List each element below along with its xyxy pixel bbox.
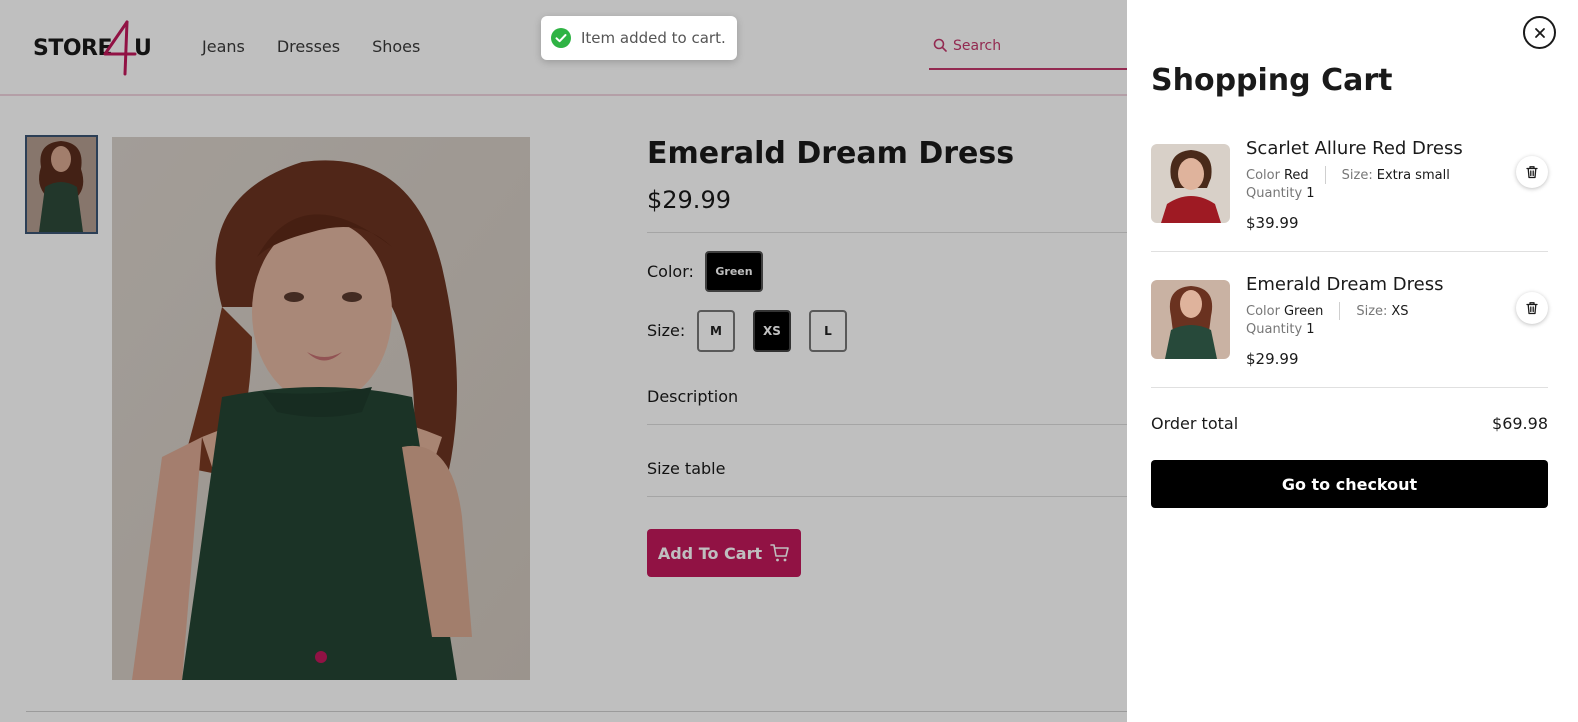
divider bbox=[1151, 251, 1548, 252]
check-circle-icon bbox=[551, 28, 571, 48]
quantity-label: Quantity bbox=[1246, 186, 1303, 201]
quantity-value: 1 bbox=[1306, 322, 1315, 337]
cart-item-name: Scarlet Allure Red Dress bbox=[1246, 138, 1463, 159]
cart-item-quantity: Quantity 1 bbox=[1246, 186, 1314, 201]
size-value: Extra small bbox=[1376, 167, 1450, 183]
trash-icon bbox=[1526, 302, 1538, 315]
color-label: Color bbox=[1246, 303, 1280, 319]
separator bbox=[1339, 302, 1341, 320]
cart-item-name: Emerald Dream Dress bbox=[1246, 274, 1444, 295]
cart-item-meta: Color Red Size: Extra small bbox=[1246, 166, 1450, 184]
toast-notification: Item added to cart. bbox=[541, 16, 737, 60]
quantity-label: Quantity bbox=[1246, 322, 1303, 337]
order-total-label: Order total bbox=[1151, 414, 1239, 433]
red-dress-image bbox=[1151, 144, 1230, 223]
cart-item-meta: Color Green Size: XS bbox=[1246, 302, 1409, 320]
green-dress-image bbox=[1151, 280, 1230, 359]
size-value: XS bbox=[1391, 303, 1409, 319]
divider bbox=[1151, 387, 1548, 388]
quantity-value: 1 bbox=[1306, 186, 1315, 201]
remove-item-button[interactable] bbox=[1516, 156, 1548, 188]
order-total-value: $69.98 bbox=[1492, 414, 1548, 433]
close-icon bbox=[1534, 27, 1545, 38]
size-label: Size: bbox=[1341, 167, 1373, 183]
close-cart-button[interactable] bbox=[1523, 16, 1556, 49]
cart-item-price: $39.99 bbox=[1246, 214, 1299, 232]
cart-item-price: $29.99 bbox=[1246, 350, 1299, 368]
cart-item: Scarlet Allure Red Dress Color Red Size: E… bbox=[1151, 138, 1548, 264]
color-label: Color bbox=[1246, 167, 1280, 183]
cart-item-quantity: Quantity 1 bbox=[1246, 322, 1314, 337]
cart-item-image[interactable] bbox=[1151, 144, 1230, 223]
separator bbox=[1324, 166, 1326, 184]
color-value: Green bbox=[1283, 303, 1324, 319]
checkout-button[interactable]: Go to checkout bbox=[1151, 460, 1548, 508]
trash-icon bbox=[1526, 166, 1538, 179]
toast-message: Item added to cart. bbox=[581, 29, 726, 47]
cart-item-image[interactable] bbox=[1151, 280, 1230, 359]
cart-item: Emerald Dream Dress Color Green Size: XS Q… bbox=[1151, 274, 1548, 400]
remove-item-button[interactable] bbox=[1516, 292, 1548, 324]
modal-backdrop[interactable] bbox=[0, 0, 1127, 722]
color-value: Red bbox=[1283, 167, 1309, 183]
size-label: Size: bbox=[1356, 303, 1388, 319]
cart-title: Shopping Cart bbox=[1151, 63, 1393, 98]
